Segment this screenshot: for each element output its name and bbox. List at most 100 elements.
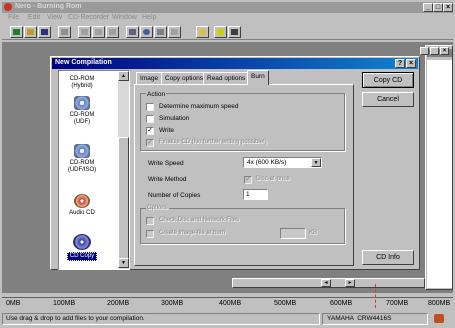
tab-read-options[interactable]: Read options xyxy=(203,72,250,84)
write-cd-icon[interactable] xyxy=(168,26,181,38)
copies-label: Number of Copies xyxy=(148,192,201,199)
cut-icon[interactable] xyxy=(78,26,91,38)
dialog-help-button[interactable]: ? xyxy=(395,59,405,68)
determine-speed-label: Determine maximum speed xyxy=(159,103,239,110)
list-item[interactable]: CD-ROM (UDF) xyxy=(64,96,100,125)
copy-icon[interactable] xyxy=(92,26,105,38)
child-window-pane xyxy=(427,60,452,288)
write-speed-select[interactable]: 4x (600 KB/s) ▼ xyxy=(243,157,322,168)
simulation-checkbox[interactable] xyxy=(146,115,154,123)
write-speed-label: Write Speed xyxy=(148,160,184,167)
cd-info-button[interactable]: CD Info xyxy=(362,250,414,265)
tab-burn[interactable]: Burn xyxy=(247,70,269,85)
help-icon[interactable] xyxy=(228,26,241,38)
copies-value: 1 xyxy=(246,191,250,198)
ruler-baseline xyxy=(2,297,453,298)
scroll-right-arrow[interactable]: ▸ xyxy=(345,279,355,287)
list-item[interactable]: Audio CD xyxy=(64,194,100,217)
child-maximize-button[interactable] xyxy=(430,47,439,55)
open-icon[interactable] xyxy=(24,26,37,38)
menu-file[interactable]: File xyxy=(8,14,19,21)
list-item[interactable]: CD-ROM (UDF/ISO) xyxy=(64,144,100,173)
horizontal-scrollbar[interactable]: ◂ ▸ xyxy=(232,278,425,288)
ruler-label: 300MB xyxy=(161,300,184,307)
finalize-label: Finalize CD (No further writing possible… xyxy=(159,139,267,145)
chevron-down-icon[interactable]: ▼ xyxy=(311,158,321,167)
menu-help[interactable]: Help xyxy=(142,14,156,21)
app-title: Nero - Burning Rom xyxy=(15,3,82,10)
child-minimize-button[interactable] xyxy=(420,47,429,55)
write-label: Write xyxy=(159,127,175,134)
tab-copy-options[interactable]: Copy options xyxy=(161,72,207,84)
scroll-thumb[interactable] xyxy=(118,137,129,267)
ruler-label: 0MB xyxy=(6,300,21,307)
copies-field[interactable]: 1 xyxy=(243,189,268,200)
options-groupbox xyxy=(140,208,345,244)
cd-icon[interactable] xyxy=(140,26,153,38)
menu-edit[interactable]: Edit xyxy=(28,14,40,21)
cancel-button[interactable]: Cancel xyxy=(362,92,414,107)
menu-view[interactable]: View xyxy=(47,14,62,21)
list-scrollbar[interactable]: ▲ ▼ xyxy=(118,71,129,269)
write-method-label: Write Method xyxy=(148,176,187,183)
scroll-up-arrow[interactable]: ▲ xyxy=(118,71,129,81)
ruler-label: 700MB xyxy=(386,300,409,307)
eject-icon[interactable] xyxy=(154,26,167,38)
dialog-close-button[interactable]: × xyxy=(406,59,416,68)
app-titlebar: Nero - Burning Rom _ □ × xyxy=(2,2,453,13)
scroll-down-arrow[interactable]: ▼ xyxy=(118,258,129,268)
toolbar xyxy=(2,24,453,40)
nero-app-icon xyxy=(4,3,12,11)
ruler-label: 500MB xyxy=(274,300,297,307)
status-bar: Use drag & drop to add files to your com… xyxy=(2,312,453,326)
child-window xyxy=(425,45,453,290)
list-item[interactable]: CD-ROM (Hybrid) xyxy=(64,76,100,89)
new-icon[interactable] xyxy=(10,26,23,38)
dialog-title: New Compilation xyxy=(55,59,112,66)
action-group-title: Action xyxy=(146,91,167,98)
cd-copy-label: CD Copy xyxy=(66,252,98,261)
finalize-checkbox[interactable]: ✓ xyxy=(146,139,154,147)
close-button[interactable]: × xyxy=(443,3,453,12)
tab-image[interactable]: Image xyxy=(136,72,163,84)
recorder-icon xyxy=(434,314,444,323)
minimize-button[interactable]: _ xyxy=(423,3,433,12)
write-method-value: Disc-at-once xyxy=(256,176,290,182)
write-checkbox[interactable]: ✓ xyxy=(146,127,154,135)
image-size-field[interactable] xyxy=(280,228,306,239)
recorder-panel: YAMAHA CRW4416S xyxy=(322,313,428,325)
about-icon[interactable] xyxy=(214,26,227,38)
ruler-label: 200MB xyxy=(107,300,130,307)
ruler-label: 400MB xyxy=(219,300,242,307)
find-icon[interactable] xyxy=(126,26,139,38)
create-image-label: Create image-file at burn xyxy=(159,230,226,236)
check-disc-checkbox[interactable] xyxy=(146,217,154,225)
determine-speed-checkbox[interactable] xyxy=(146,103,154,111)
audio-cd-label: Audio CD xyxy=(69,210,95,216)
save-icon[interactable] xyxy=(38,26,51,38)
options-group-title: Options xyxy=(146,205,169,211)
ruler-label: 100MB xyxy=(53,300,76,307)
menu-cd-recorder[interactable]: CD-Recorder xyxy=(68,14,109,21)
create-image-checkbox[interactable] xyxy=(146,230,154,238)
image-size-unit: KB xyxy=(309,230,318,236)
write-speed-value: 4x (600 KB/s) xyxy=(247,159,287,166)
paste-icon[interactable] xyxy=(106,26,119,38)
cd-rom-hybrid-label: CD-ROM (Hybrid) xyxy=(69,76,95,89)
capacity-limit-marker xyxy=(375,284,376,308)
child-close-button[interactable]: × xyxy=(440,47,449,55)
cd-rom-udf-icon xyxy=(74,96,90,110)
copy-cd-button[interactable]: Copy CD xyxy=(362,72,414,88)
scroll-left-arrow[interactable]: ◂ xyxy=(321,279,331,287)
write-method-checkbox[interactable]: ✓ xyxy=(244,176,252,184)
simulation-label: Simulation xyxy=(159,115,190,122)
cd-copy-icon xyxy=(73,234,91,250)
folder-icon[interactable] xyxy=(196,26,209,38)
audio-cd-icon xyxy=(74,194,90,208)
list-item[interactable]: CD Copy xyxy=(64,234,100,261)
check-disc-label: Check Disc and Network Files xyxy=(159,217,240,223)
status-message-panel: Use drag & drop to add files to your com… xyxy=(2,313,320,325)
maximize-button[interactable]: □ xyxy=(433,3,443,12)
menu-window[interactable]: Window xyxy=(112,14,137,21)
print-icon[interactable] xyxy=(58,26,71,38)
